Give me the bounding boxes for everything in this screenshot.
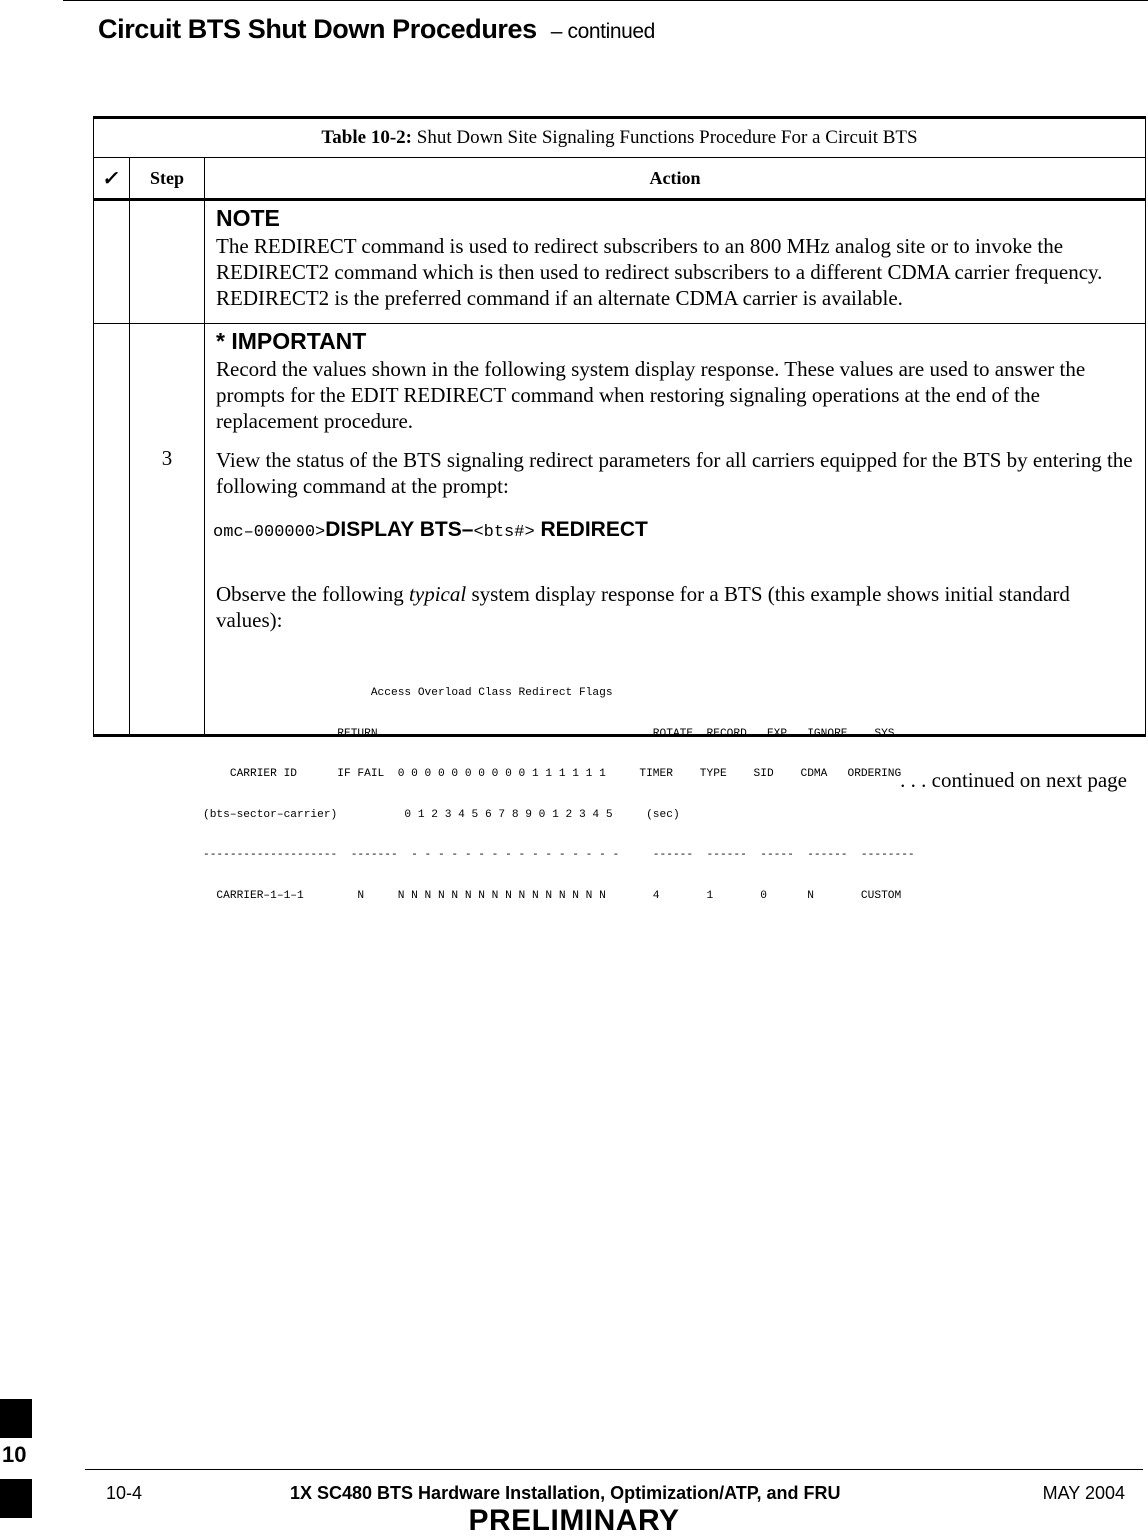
- page-title-text: Circuit BTS Shut Down Procedures: [98, 14, 537, 44]
- action-cell: * IMPORTANT Record the values shown in t…: [203, 324, 1145, 902]
- display-line: CARRIER–1–1–1 N N N N N N N N N N N N N …: [203, 889, 902, 902]
- table-caption-label: Table 10-2:: [321, 127, 412, 148]
- step-cell: [130, 324, 205, 734]
- display-line: (bts–sector–carrier) 0 1 2 3 4 5 6 7 8 9…: [203, 808, 680, 821]
- command-argument: <bts#>: [473, 523, 535, 542]
- footer-page-number: 10-4: [106, 1483, 143, 1503]
- step-number: 3: [161, 446, 173, 470]
- table-caption-text: Shut Down Site Signaling Functions Proce…: [412, 127, 918, 148]
- page-title: Circuit BTS Shut Down Procedures – contin…: [98, 14, 655, 45]
- footer-book-title: 1X SC480 BTS Hardware Installation, Opti…: [290, 1483, 841, 1503]
- display-line: Access Overload Class Redirect Flags: [203, 687, 613, 699]
- observe-text-part: Observe the following: [216, 582, 410, 606]
- procedure-table: Table 10-2: Shut Down Site Signaling Fun…: [93, 116, 1146, 902]
- action-column-header: Action: [649, 167, 701, 188]
- check-cell: [94, 201, 130, 323]
- view-instruction-text: View the status of the BTS signaling red…: [216, 448, 1133, 498]
- command-keyword: DISPLAY BTS–: [325, 518, 474, 541]
- display-line: -------------------- ------- - - - - - -…: [203, 849, 915, 861]
- page-title-continued: – continued: [550, 20, 656, 43]
- important-text: Record the values shown in the following…: [216, 357, 1086, 433]
- chapter-tab-number: 10: [2, 1442, 27, 1467]
- table-row-note: NOTE The REDIRECT command is used to red…: [94, 201, 1145, 323]
- important-heading: * IMPORTANT: [216, 328, 367, 354]
- observe-text-italic: typical: [409, 582, 467, 606]
- footer-rule: [85, 1469, 1143, 1470]
- table-row-step-3: 3 * IMPORTANT Record the values shown in…: [94, 323, 1145, 902]
- footer-date: MAY 2004: [1042, 1483, 1125, 1503]
- display-line: RETURN ROTATE RECORD EXP IGNORE SYS: [203, 727, 895, 740]
- continued-on-next-page: . . . continued on next page: [900, 768, 1127, 792]
- command-prompt: omc–000000>: [213, 523, 326, 542]
- command-line: omc–000000>DISPLAY BTS–<bts#> REDIRECT: [213, 514, 1133, 548]
- note-heading: NOTE: [216, 205, 280, 231]
- system-display-response: Access Overload Class Redirect Flags RET…: [203, 660, 1133, 930]
- top-rule: [63, 0, 1148, 1]
- action-cell: NOTE The REDIRECT command is used to red…: [205, 201, 1145, 323]
- command-keyword-redirect: REDIRECT: [534, 518, 648, 541]
- note-text: The REDIRECT command is used to redirect…: [216, 234, 1103, 310]
- check-column-header: ✓: [94, 158, 130, 198]
- step-cell: [130, 201, 205, 323]
- table-caption: Table 10-2: Shut Down Site Signaling Fun…: [94, 119, 1145, 158]
- observe-text: Observe the following typical system dis…: [216, 581, 1133, 633]
- check-mark-icon: ✓: [101, 167, 122, 190]
- check-cell: [94, 324, 130, 734]
- table-header-row: ✓ Step Action: [94, 158, 1145, 201]
- preliminary-watermark: PRELIMINARY: [468, 1504, 680, 1537]
- chapter-tab-marker: [0, 1399, 32, 1438]
- step-column-header: Step: [130, 158, 205, 198]
